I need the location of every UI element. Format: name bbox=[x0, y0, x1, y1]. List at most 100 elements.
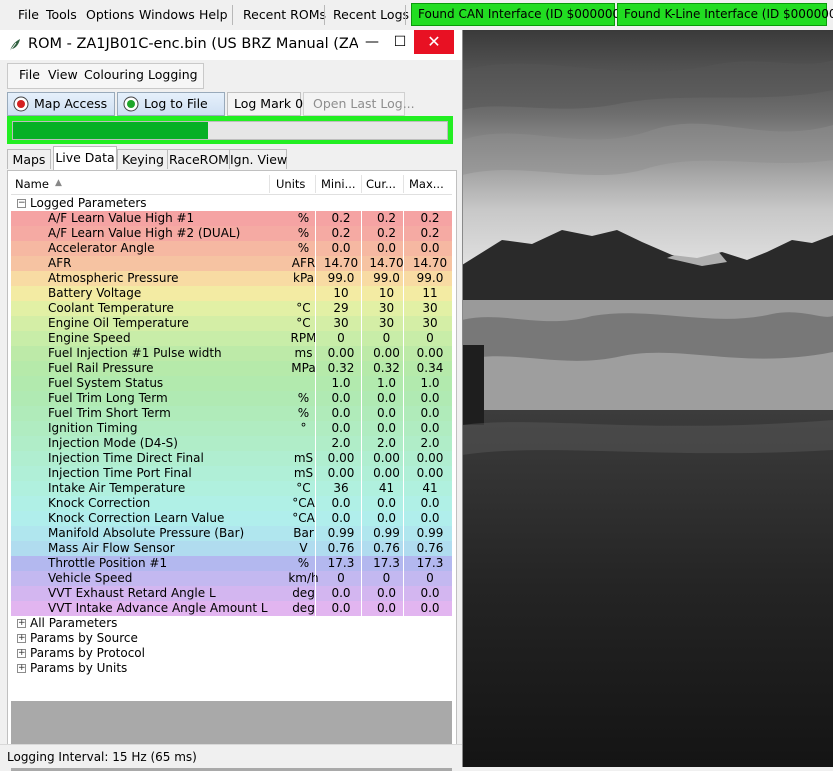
maximize-button[interactable]: ☐ bbox=[386, 30, 414, 54]
collapse-icon[interactable]: − bbox=[17, 199, 26, 208]
parameter-row[interactable]: Fuel Trim Long Term% 0.0 0.0 0.0 bbox=[11, 391, 452, 406]
tab-racerom[interactable]: RaceROM bbox=[167, 149, 231, 169]
parameter-max: 0.00 bbox=[416, 346, 444, 360]
tab-live-data[interactable]: Live Data bbox=[53, 146, 117, 170]
column-max[interactable]: Max... bbox=[409, 177, 444, 191]
menu-windows[interactable]: Windows bbox=[139, 6, 195, 24]
parameter-row[interactable]: Atmospheric Pressure kPa 99.0 99.0 99.0 bbox=[11, 271, 452, 286]
expand-icon[interactable]: + bbox=[17, 619, 26, 628]
parameter-min: 99.0 bbox=[327, 271, 355, 285]
feather-icon bbox=[9, 39, 20, 52]
parameter-name: Intake Air Temperature bbox=[48, 481, 186, 495]
live-data-tree[interactable]: Name ▲ Units Mini... Cur... Max... − Log… bbox=[11, 174, 452, 675]
parameter-min: 0.99 bbox=[327, 526, 355, 540]
parameter-row[interactable]: Engine Speed RPM 0 0 0 bbox=[11, 331, 452, 346]
parameter-max: 0.2 bbox=[420, 226, 440, 240]
expand-icon[interactable]: + bbox=[17, 664, 26, 673]
column-separator[interactable] bbox=[269, 175, 270, 193]
parameter-min: 0.0 bbox=[331, 586, 351, 600]
column-separator[interactable] bbox=[403, 175, 404, 193]
parameter-row[interactable]: Throttle Position #1% 17.3 17.3 17.3 bbox=[11, 556, 452, 571]
window-menu-logging[interactable]: Logging bbox=[148, 67, 198, 82]
parameter-min: 29 bbox=[333, 301, 349, 315]
parameter-row[interactable]: Accelerator Angle% 0.0 0.0 0.0 bbox=[11, 241, 452, 256]
menu-file[interactable]: File bbox=[18, 6, 39, 24]
parameter-max: 99.0 bbox=[416, 271, 444, 285]
parameter-name: Engine Speed bbox=[48, 331, 131, 345]
parameter-min: 0.32 bbox=[327, 361, 355, 375]
column-min[interactable]: Mini... bbox=[321, 177, 356, 191]
parameter-row[interactable]: Vehicle Speed km/h 0 0 0 bbox=[11, 571, 452, 586]
parameter-row[interactable]: Fuel System Status 1.0 1.0 1.0 bbox=[11, 376, 452, 391]
parameter-name: Mass Air Flow Sensor bbox=[48, 541, 175, 555]
menu-recent-logs[interactable]: Recent Logs bbox=[333, 6, 409, 24]
column-gridline bbox=[315, 211, 316, 616]
menu-recent-roms[interactable]: Recent ROMs bbox=[243, 6, 326, 24]
parameter-row[interactable]: Coolant Temperature °C 29 30 30 bbox=[11, 301, 452, 316]
parameter-name: Battery Voltage bbox=[48, 286, 142, 300]
log-mark-button[interactable]: Log Mark 0 bbox=[227, 92, 303, 116]
menu-help[interactable]: Help bbox=[199, 6, 228, 24]
open-last-log-button[interactable]: Open Last Log... bbox=[303, 92, 415, 116]
menu-options[interactable]: Options bbox=[86, 6, 134, 24]
logging-progress-fill bbox=[13, 122, 209, 139]
parameter-row[interactable]: Manifold Absolute Pressure (Bar) Bar 0.99 0… bbox=[11, 526, 452, 541]
parameter-name: Fuel Injection #1 Pulse width bbox=[48, 346, 222, 360]
parameter-row[interactable]: Injection Time Direct Final mS 0.00 0.00 0.0… bbox=[11, 451, 452, 466]
parameter-row[interactable]: Intake Air Temperature °C 36 41 41 bbox=[11, 481, 452, 496]
parameter-name: Manifold Absolute Pressure (Bar) bbox=[48, 526, 245, 540]
menu-tools[interactable]: Tools bbox=[46, 6, 77, 24]
parameter-row[interactable]: Ignition Timing ° 0.0 0.0 0.0 bbox=[11, 421, 452, 436]
column-name[interactable]: Name bbox=[15, 177, 49, 191]
parameter-row[interactable]: Knock Correction Learn Value °CA 0.0 0.0 0.0 bbox=[11, 511, 452, 526]
parameter-min: 0.0 bbox=[331, 421, 351, 435]
parameter-row[interactable]: A/F Learn Value High #2 (DUAL)% 0.2 0.2 0.2 bbox=[11, 226, 452, 241]
column-separator[interactable] bbox=[315, 175, 316, 193]
window-titlebar[interactable]: ROM - ZA1JB01C-enc.bin (US BRZ Manual (Z… bbox=[0, 30, 462, 60]
parameter-row[interactable]: Fuel Trim Short Term% 0.0 0.0 0.0 bbox=[11, 406, 452, 421]
parameter-min: 0.0 bbox=[331, 391, 351, 405]
open-last-log-label: Open Last Log... bbox=[313, 96, 415, 111]
log-to-file-button[interactable]: Log to File bbox=[117, 92, 225, 116]
close-button[interactable]: ✕ bbox=[414, 30, 454, 54]
parameter-row[interactable]: Injection Time Port Final mS 0.00 0.00 0.00 bbox=[11, 466, 452, 481]
parameter-row[interactable]: Fuel Injection #1 Pulse width ms 0.00 0.00 0… bbox=[11, 346, 452, 361]
window-menu-view[interactable]: View bbox=[48, 67, 78, 82]
tab-maps[interactable]: Maps bbox=[7, 149, 51, 169]
parameter-row[interactable]: Engine Oil Temperature °C 30 30 30 bbox=[11, 316, 452, 331]
parameter-row[interactable]: VVT Exhaust Retard Angle Ldeg 0.0 0.0 0.0 bbox=[11, 586, 452, 601]
parameter-row[interactable]: Mass Air Flow Sensor V 0.76 0.76 0.76 bbox=[11, 541, 452, 556]
parameter-name: Engine Oil Temperature bbox=[48, 316, 189, 330]
parameter-row[interactable]: VVT Intake Advance Angle Amount Ldeg 0.0 0… bbox=[11, 601, 452, 616]
parameter-min: 17.3 bbox=[327, 556, 355, 570]
expand-icon[interactable]: + bbox=[17, 649, 26, 658]
parameter-row[interactable]: AFR AFR 14.70 14.70 14.70 bbox=[11, 256, 452, 271]
expand-icon[interactable]: + bbox=[17, 634, 26, 643]
parameter-row[interactable]: Battery Voltage 10 10 11 bbox=[11, 286, 452, 301]
minimize-button[interactable]: — bbox=[358, 30, 386, 54]
parameter-max: 0.0 bbox=[420, 496, 440, 510]
column-gridline bbox=[361, 211, 362, 616]
parameter-max: 0.0 bbox=[420, 406, 440, 420]
column-units[interactable]: Units bbox=[276, 177, 305, 191]
parameter-max: 0.0 bbox=[420, 586, 440, 600]
map-access-button[interactable]: Map Access bbox=[7, 92, 115, 116]
desktop-wallpaper bbox=[462, 30, 833, 767]
group-label: Params by Protocol bbox=[30, 646, 145, 660]
window-menu-colouring[interactable]: Colouring bbox=[84, 67, 144, 82]
parameter-row[interactable]: Knock Correction °CA 0.0 0.0 0.0 bbox=[11, 496, 452, 511]
parameter-max: 0.0 bbox=[420, 421, 440, 435]
column-current[interactable]: Cur... bbox=[366, 177, 396, 191]
parameter-min: 0.0 bbox=[331, 511, 351, 525]
parameter-row[interactable]: A/F Learn Value High #1% 0.2 0.2 0.2 bbox=[11, 211, 452, 226]
parameter-name: Fuel System Status bbox=[48, 376, 164, 390]
parameter-row[interactable]: Fuel Rail Pressure MPa 0.32 0.32 0.34 bbox=[11, 361, 452, 376]
parameter-row[interactable]: Injection Mode (D4-S) 2.0 2.0 2.0 bbox=[11, 436, 452, 451]
tab-keying[interactable]: Keying bbox=[117, 149, 169, 169]
column-separator[interactable] bbox=[361, 175, 362, 193]
tab-ign-view[interactable]: Ign. View bbox=[229, 149, 287, 169]
window-menu-file[interactable]: File bbox=[19, 67, 40, 82]
parameter-min: 0.00 bbox=[327, 451, 355, 465]
parameter-name: VVT Exhaust Retard Angle L bbox=[48, 586, 216, 600]
parameter-name: Injection Time Port Final bbox=[48, 466, 192, 480]
